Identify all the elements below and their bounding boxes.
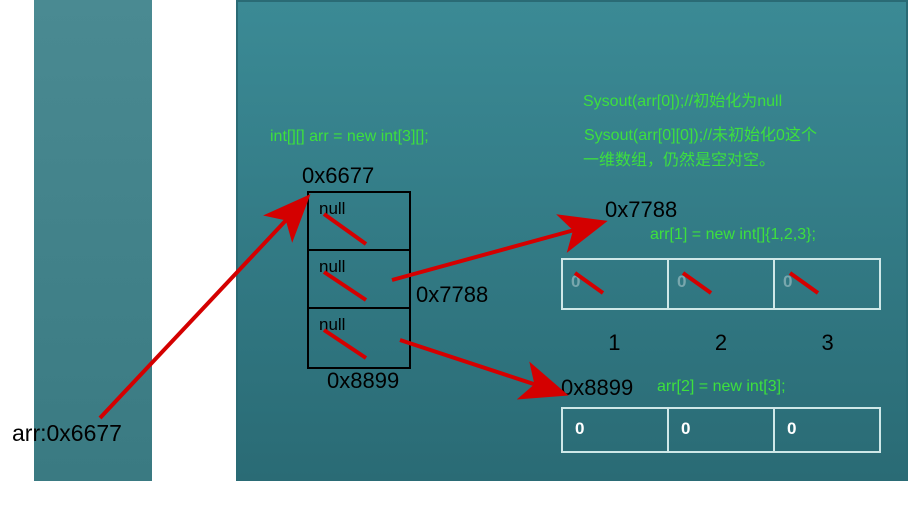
arr2-val-1: 0 [681,419,690,438]
code-sysout2a: Sysout(arr[0][0]);//未初始化0这个 [584,121,817,145]
addr-arr1cell: 0x7788 [416,282,486,308]
addr-arr2label: 0x8899 [561,375,633,401]
code-declare: int[][] arr = new int[3][]; [270,128,429,146]
arr1-idx-0: 1 [561,330,668,356]
watermark: @51CTO博客 [831,486,912,505]
arr1-idx-1: 2 [668,330,775,356]
arr1-cell-1: 0 [669,260,775,308]
arr1-cell-2: 0 [775,260,879,308]
arr-variable-label: arr:0x6677 [12,420,122,447]
addr-arr1: 0x7788 [605,197,677,223]
arr1-cell-0: 0 [563,260,669,308]
arr2-cell-1: 0 [669,409,775,451]
arr2-cell-2: 0 [775,409,879,451]
arr1-ghost-2: 0 [783,272,792,292]
arr2-val-2: 0 [787,419,796,438]
main-cell-0: null [309,193,409,251]
arr1-table: 0 0 0 [561,258,881,310]
code-assign1: arr[1] = new int[]{1,2,3}; [650,226,816,244]
code-assign2: arr[2] = new int[3]; [657,378,786,396]
addr-arr2below: 0x8899 [327,368,399,394]
arr1-idx-2: 3 [774,330,881,356]
arr1-indices: 1 2 3 [561,330,881,356]
arr2-table: 0 0 0 [561,407,881,453]
arr1-ghost-0: 0 [571,272,580,292]
main-cell-2: null [309,309,409,367]
main-array-table: null null null [307,191,411,369]
arr2-cell-0: 0 [563,409,669,451]
code-sysout1: Sysout(arr[0]);//初始化为null [583,87,782,111]
arr1-ghost-1: 0 [677,272,686,292]
left-panel [34,0,152,481]
code-sysout2b: 一维数组，仍然是空对空。 [583,146,775,170]
addr-main: 0x6677 [302,163,374,189]
arr2-val-0: 0 [575,419,584,438]
main-cell-1: null [309,251,409,309]
